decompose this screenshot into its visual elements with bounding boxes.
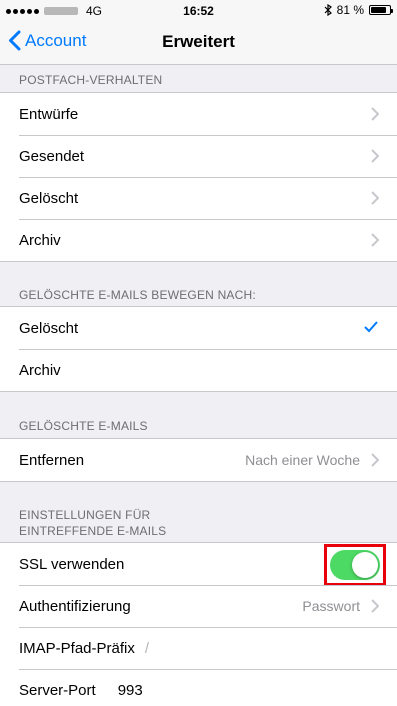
authentication-value: Passwort xyxy=(302,598,360,614)
chevron-right-icon xyxy=(371,453,379,467)
section-header-deleted-mails: GELÖSCHTE E-MAILS xyxy=(19,419,148,433)
list-item-gesendet[interactable]: Gesendet xyxy=(0,135,397,177)
list-item-entwuerfe[interactable]: Entwürfe xyxy=(0,93,397,135)
incoming-group: SSL verwenden Authentifizierung Passwort… xyxy=(0,542,397,706)
list-item-label: Gelöscht xyxy=(19,189,79,207)
list-item-archiv[interactable]: Archiv xyxy=(0,219,397,261)
option-geloescht[interactable]: Gelöscht xyxy=(0,307,397,349)
section-header-line: EINSTELLUNGEN FÜR xyxy=(19,508,151,522)
chevron-right-icon xyxy=(371,191,379,205)
list-item-label: Entwürfe xyxy=(19,105,79,123)
navigation-bar: Account Erweitert xyxy=(0,22,397,65)
section-header-move-deleted: GELÖSCHTE E-MAILS BEWEGEN NACH: xyxy=(19,288,256,302)
authentication-label: Authentifizierung xyxy=(19,597,131,615)
section-header-incoming: EINSTELLUNGEN FÜR EINTREFFENDE E-MAILS xyxy=(19,507,166,539)
section-header-postfach: POSTFACH-VERHALTEN xyxy=(19,73,163,87)
ssl-label: SSL verwenden xyxy=(19,555,125,573)
chevron-right-icon xyxy=(371,107,379,121)
checkmark-icon xyxy=(364,321,378,333)
remove-value: Nach einer Woche xyxy=(245,452,360,468)
highlight-box xyxy=(324,544,386,586)
battery-icon xyxy=(369,5,393,15)
chevron-right-icon xyxy=(371,149,379,163)
bluetooth-icon xyxy=(324,4,332,16)
deleted-mails-group: Entfernen Nach einer Woche xyxy=(0,438,397,482)
postfach-group: Entwürfe Gesendet Gelöscht Archiv xyxy=(0,92,397,262)
option-label: Gelöscht xyxy=(19,319,79,337)
option-archiv[interactable]: Archiv xyxy=(0,349,397,391)
move-deleted-group: Gelöscht Archiv xyxy=(0,306,397,392)
page-title: Erweitert xyxy=(162,32,235,51)
server-port-input[interactable]: 993 xyxy=(118,682,143,699)
remove-label: Entfernen xyxy=(19,451,85,469)
remove-setting-row[interactable]: Entfernen Nach einer Woche xyxy=(0,439,397,481)
server-port-label: Server-Port xyxy=(19,681,96,699)
status-bar: 4G 16:52 81 % xyxy=(0,0,397,22)
chevron-right-icon xyxy=(371,599,379,613)
battery-percentage: 81 % xyxy=(336,3,364,17)
ssl-row: SSL verwenden xyxy=(0,543,397,586)
toggle-knob xyxy=(352,552,378,578)
option-label: Archiv xyxy=(19,361,61,379)
server-port-row[interactable]: Server-Port 993 xyxy=(0,669,397,706)
imap-prefix-row[interactable]: IMAP-Pfad-Präfix / xyxy=(0,627,397,669)
imap-prefix-label: IMAP-Pfad-Präfix xyxy=(19,639,135,657)
list-item-label: Gesendet xyxy=(19,147,85,165)
ssl-toggle[interactable] xyxy=(330,550,380,580)
authentication-row[interactable]: Authentifizierung Passwort xyxy=(0,585,397,627)
list-item-geloescht[interactable]: Gelöscht xyxy=(0,177,397,219)
imap-prefix-input[interactable]: / xyxy=(145,640,149,657)
section-header-line: EINTREFFENDE E-MAILS xyxy=(19,524,167,538)
chevron-right-icon xyxy=(371,233,379,247)
list-item-label: Archiv xyxy=(19,231,61,249)
